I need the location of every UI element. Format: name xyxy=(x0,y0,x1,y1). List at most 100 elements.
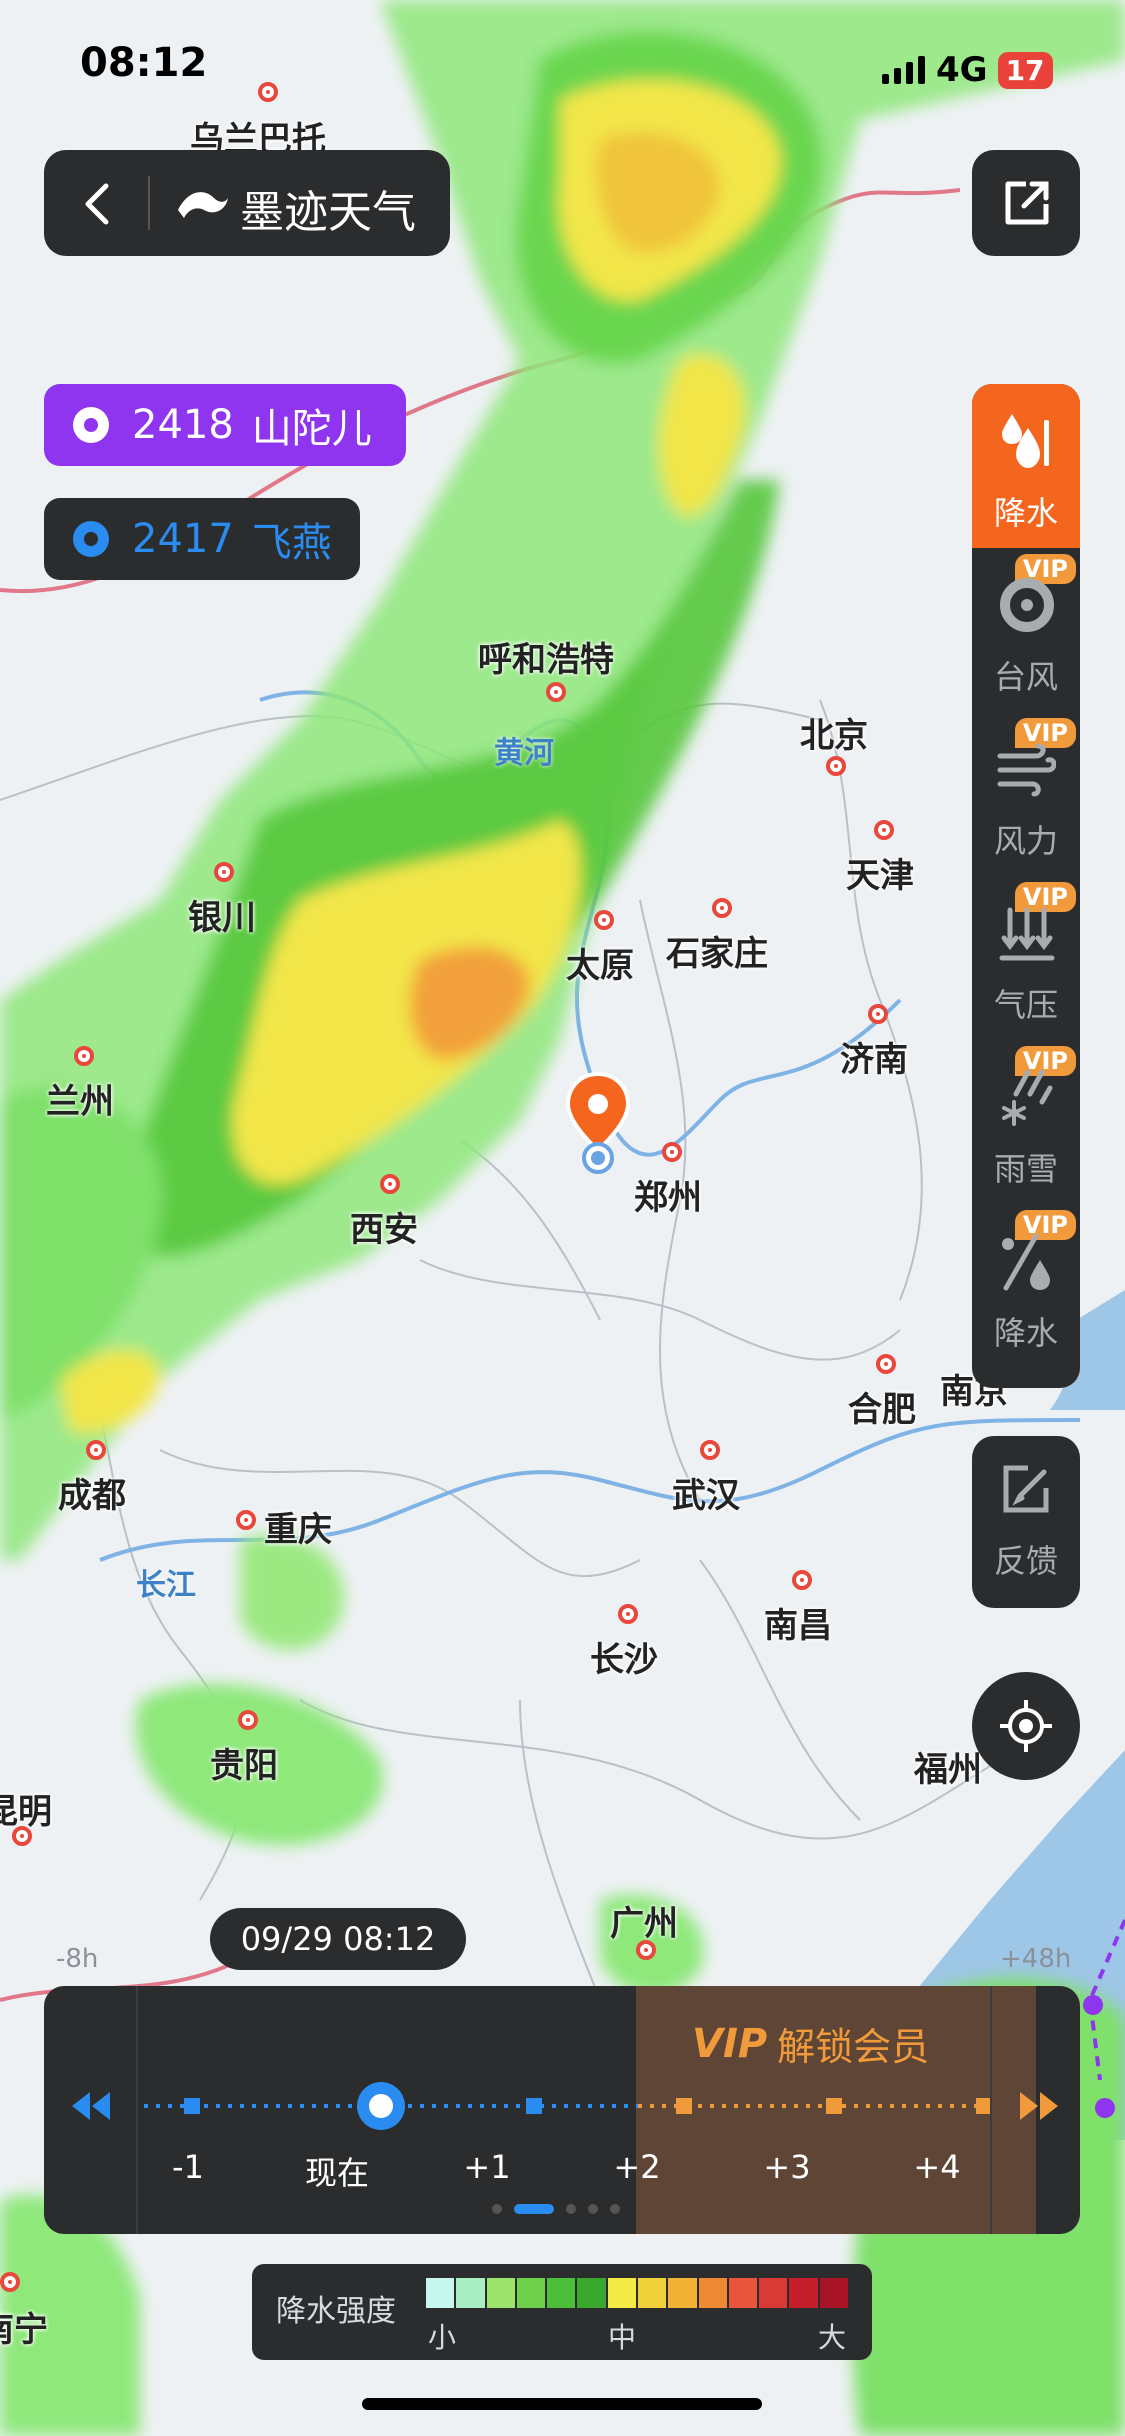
layer-wind[interactable]: VIP 风力 xyxy=(972,712,1080,876)
legend-swatch xyxy=(728,2278,758,2308)
city-dot xyxy=(214,862,234,882)
timeline-tick-label[interactable]: +2 xyxy=(613,2148,660,2186)
crosshair-icon xyxy=(1000,1700,1052,1752)
timeline-tick-label[interactable]: +4 xyxy=(913,2148,960,2186)
future-range-label: +48h xyxy=(1000,1944,1072,1974)
legend-swatch xyxy=(637,2278,667,2308)
city-label-guiyang[interactable]: 贵阳 xyxy=(210,1738,278,1787)
signal-icon xyxy=(882,56,925,84)
city-label-xian[interactable]: 西安 xyxy=(350,1202,418,1251)
city-label-shijiazhuang[interactable]: 石家庄 xyxy=(666,926,768,975)
fast-forward-button[interactable] xyxy=(1016,2086,1062,2126)
city-label-hefei[interactable]: 合肥 xyxy=(848,1382,916,1431)
share-icon xyxy=(1005,181,1049,225)
fast-forward-icon xyxy=(1020,2092,1058,2120)
legend-swatch xyxy=(789,2278,818,2308)
timeline-tick-label[interactable]: +3 xyxy=(763,2148,810,2186)
city-label-wuhan[interactable]: 武汉 xyxy=(672,1468,740,1517)
share-button[interactable] xyxy=(972,150,1080,256)
layer-pressure[interactable]: VIP 气压 xyxy=(972,876,1080,1040)
city-label-kunming[interactable]: 昆明 xyxy=(0,1784,52,1833)
location-pin[interactable] xyxy=(564,1070,632,1174)
city-dot xyxy=(874,820,894,840)
legend-swatch xyxy=(819,2278,848,2308)
legend-high: 大 xyxy=(818,2321,847,2354)
legend-swatch xyxy=(547,2278,576,2308)
timeline-tick-label[interactable]: +1 xyxy=(463,2148,510,2186)
city-dot xyxy=(876,1354,896,1374)
vip-logo-text: VIP xyxy=(692,2020,768,2067)
page-dot xyxy=(492,2204,502,2214)
app-title: 墨迹天气 xyxy=(240,187,416,238)
layer-label: 降水 xyxy=(993,1314,1058,1352)
past-range-label: -8h xyxy=(56,1944,99,1974)
city-label-hohhot[interactable]: 呼和浩特 xyxy=(478,632,614,681)
city-dot xyxy=(700,1440,720,1460)
wind-icon xyxy=(997,743,1056,797)
brand-logo-icon xyxy=(174,180,230,228)
rewind-button[interactable] xyxy=(68,2086,114,2126)
city-label-jinan[interactable]: 济南 xyxy=(840,1032,908,1081)
layer-rain-snow[interactable]: VIP 雨雪 xyxy=(972,1040,1080,1204)
city-dot xyxy=(74,1046,94,1066)
divider xyxy=(990,1986,992,2234)
rewind-icon xyxy=(72,2092,110,2120)
layer-precip-probability[interactable]: VIP 降水 xyxy=(972,1204,1080,1368)
city-dot xyxy=(236,1510,256,1530)
city-label-tianjin[interactable]: 天津 xyxy=(846,848,914,897)
city-label-lanzhou[interactable]: 兰州 xyxy=(46,1074,114,1123)
city-label-chengdu[interactable]: 成都 xyxy=(58,1468,126,1517)
city-label-nanning[interactable]: 南宁 xyxy=(0,2302,48,2351)
status-icons: 4G 17 xyxy=(882,50,1053,90)
legend-swatch xyxy=(516,2278,546,2308)
typhoon-icon xyxy=(73,407,109,443)
legend-swatch xyxy=(456,2278,485,2308)
timeline-tick-label[interactable]: 现在 xyxy=(305,2148,369,2194)
legend-swatch xyxy=(607,2278,636,2308)
city-label-yinchuan[interactable]: 银川 xyxy=(188,890,256,939)
legend-title: 降水强度 xyxy=(276,2294,396,2329)
divider xyxy=(148,176,150,230)
legend-swatch xyxy=(759,2278,788,2308)
timeline-datetime: 09/29 08:12 xyxy=(210,1908,466,1970)
layer-precipitation[interactable]: 降水 xyxy=(972,384,1080,548)
city-label-chongqing[interactable]: 重庆 xyxy=(264,1502,332,1551)
city-label-taiyuan[interactable]: 太原 xyxy=(566,938,634,987)
map-pin-icon xyxy=(565,1071,631,1174)
unlock-vip-link[interactable]: VIP 解锁会员 xyxy=(692,2016,929,2071)
city-label-nanchang[interactable]: 南昌 xyxy=(764,1598,832,1647)
pressure-icon xyxy=(999,907,1055,961)
city-label-guangzhou[interactable]: 广州 xyxy=(610,1896,678,1945)
precip-probability-icon xyxy=(1002,1233,1050,1291)
layer-label: 雨雪 xyxy=(993,1150,1058,1188)
feedback-button[interactable]: 反馈 xyxy=(972,1436,1080,1608)
river-label-changjiang: 长江 xyxy=(136,1568,196,1603)
precip-legend: 降水强度 小 中 大 xyxy=(252,2264,872,2360)
city-label-zhengzhou[interactable]: 郑州 xyxy=(634,1170,702,1219)
city-label-fuzhou[interactable]: 福州 xyxy=(914,1742,982,1791)
city-dot xyxy=(792,1570,812,1590)
typhoon-icon xyxy=(1000,578,1054,632)
city-label-changsha[interactable]: 长沙 xyxy=(590,1632,658,1681)
layer-typhoon[interactable]: VIP 台风 xyxy=(972,548,1080,712)
unlock-text: 解锁会员 xyxy=(777,2025,930,2069)
city-label-beijing[interactable]: 北京 xyxy=(800,708,868,757)
network-type: 4G xyxy=(936,50,988,90)
legend-low: 小 xyxy=(428,2321,457,2354)
layer-label: 风力 xyxy=(993,822,1058,860)
city-dot xyxy=(594,910,614,930)
back-button[interactable] xyxy=(66,172,130,236)
city-dot xyxy=(868,1004,888,1024)
legend-swatch xyxy=(668,2278,697,2308)
city-dot xyxy=(618,1604,638,1624)
timeline-track[interactable] xyxy=(138,2076,990,2136)
typhoon-name: 山陀儿 xyxy=(251,406,372,452)
typhoon-chip-2417[interactable]: 2417 飞燕 xyxy=(44,498,360,580)
page-dot xyxy=(566,2204,576,2214)
typhoon-chip-2418[interactable]: 2418 山陀儿 xyxy=(44,384,406,466)
layer-label: 气压 xyxy=(993,986,1058,1024)
typhoon-name: 飞燕 xyxy=(251,520,332,566)
city-dot xyxy=(238,1710,258,1730)
locate-button[interactable] xyxy=(972,1672,1080,1780)
timeline-tick-label[interactable]: -1 xyxy=(172,2148,204,2186)
